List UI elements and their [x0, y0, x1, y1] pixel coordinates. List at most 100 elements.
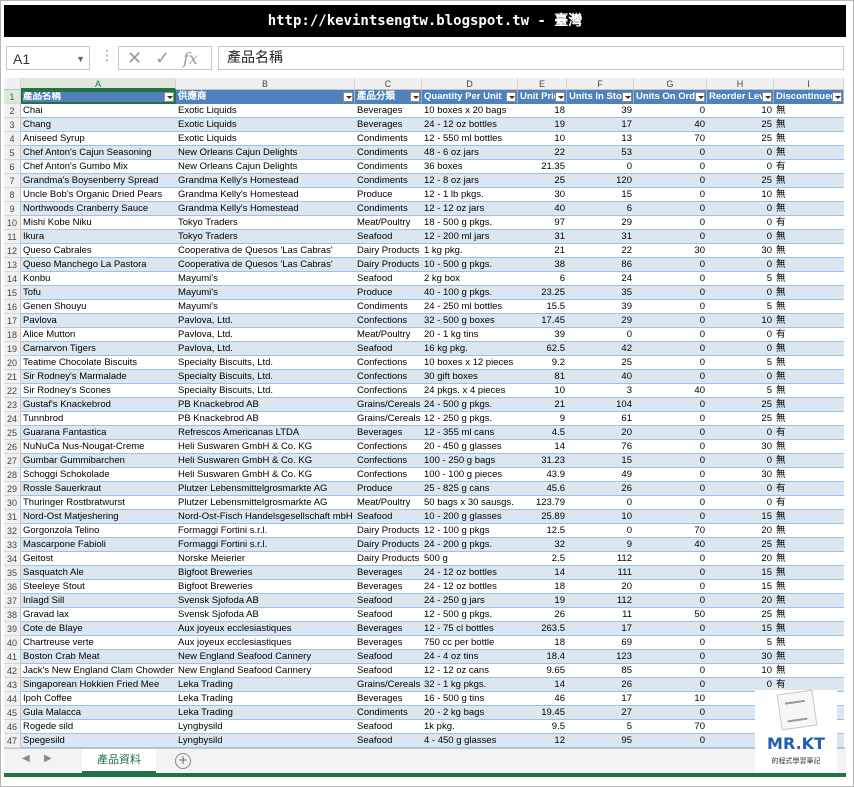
table-cell[interactable]: 0: [707, 426, 774, 440]
table-cell[interactable]: 0: [634, 412, 707, 426]
table-cell[interactable]: 9: [567, 538, 634, 552]
table-cell[interactable]: Mayumi's: [176, 286, 355, 300]
row-number[interactable]: 44: [4, 692, 21, 706]
table-cell[interactable]: 17.45: [518, 314, 567, 328]
table-cell[interactable]: 18: [518, 580, 567, 594]
table-cell[interactable]: 9.5: [518, 720, 567, 734]
table-cell[interactable]: Pavlova: [21, 314, 176, 328]
table-cell[interactable]: 0: [634, 622, 707, 636]
table-cell[interactable]: Carnarvon Tigers: [21, 342, 176, 356]
table-cell[interactable]: 70: [634, 132, 707, 146]
table-cell[interactable]: 97: [518, 216, 567, 230]
table-cell[interactable]: 有: [774, 160, 844, 174]
table-cell[interactable]: 12 - 100 g pkgs: [422, 524, 518, 538]
table-cell[interactable]: Grandma Kelly's Homestead: [176, 174, 355, 188]
table-cell[interactable]: 12.5: [518, 524, 567, 538]
table-cell[interactable]: 25.89: [518, 510, 567, 524]
add-sheet-icon[interactable]: +: [175, 753, 191, 769]
sheet-tab-products[interactable]: 產品資料: [82, 749, 156, 774]
table-cell[interactable]: 19: [518, 594, 567, 608]
table-cell[interactable]: 26: [567, 482, 634, 496]
table-cell[interactable]: 有: [774, 496, 844, 510]
table-cell[interactable]: 0: [567, 160, 634, 174]
table-cell[interactable]: 15: [567, 454, 634, 468]
column-header-i[interactable]: I: [774, 78, 844, 90]
row-number[interactable]: 33: [4, 538, 21, 552]
table-cell[interactable]: 21.35: [518, 160, 567, 174]
table-cell[interactable]: Exotic Liquids: [176, 132, 355, 146]
row-number[interactable]: 25: [4, 426, 21, 440]
table-cell[interactable]: Rossle Sauerkraut: [21, 482, 176, 496]
table-cell[interactable]: Steeleye Stout: [21, 580, 176, 594]
table-cell[interactable]: Refrescos Americanas LTDA: [176, 426, 355, 440]
table-cell[interactable]: 12 - 8 oz jars: [422, 174, 518, 188]
row-number[interactable]: 22: [4, 384, 21, 398]
table-cell[interactable]: Grains/Cereals: [355, 398, 422, 412]
table-cell[interactable]: 無: [774, 118, 844, 132]
table-cell[interactable]: 10: [707, 104, 774, 118]
table-cell[interactable]: 有: [774, 216, 844, 230]
table-cell[interactable]: 18: [518, 636, 567, 650]
row-number[interactable]: 19: [4, 342, 21, 356]
row-number[interactable]: 47: [4, 734, 21, 748]
table-cell[interactable]: Cooperativa de Quesos 'Las Cabras': [176, 244, 355, 258]
table-cell[interactable]: New Orleans Cajun Delights: [176, 160, 355, 174]
row-number[interactable]: 45: [4, 706, 21, 720]
table-cell[interactable]: Spegesild: [21, 734, 176, 748]
formula-input[interactable]: 產品名稱: [218, 46, 844, 70]
table-cell[interactable]: 無: [774, 146, 844, 160]
table-cell[interactable]: 0: [634, 734, 707, 748]
table-cell[interactable]: 24 pkgs. x 4 pieces: [422, 384, 518, 398]
table-cell[interactable]: 14: [518, 678, 567, 692]
row-number[interactable]: 5: [4, 146, 21, 160]
table-cell[interactable]: Genen Shouyu: [21, 300, 176, 314]
table-cell[interactable]: Jack's New England Clam Chowder: [21, 664, 176, 678]
column-header-h[interactable]: H: [707, 78, 774, 90]
table-cell[interactable]: Lyngbysild: [176, 720, 355, 734]
table-cell[interactable]: 無: [774, 314, 844, 328]
table-cell[interactable]: 15.5: [518, 300, 567, 314]
table-cell[interactable]: 30: [518, 188, 567, 202]
table-cell[interactable]: Cooperativa de Quesos 'Las Cabras': [176, 258, 355, 272]
row-number[interactable]: 37: [4, 594, 21, 608]
table-cell[interactable]: Seafood: [355, 272, 422, 286]
table-cell[interactable]: Chef Anton's Cajun Seasoning: [21, 146, 176, 160]
table-cell[interactable]: 40: [634, 384, 707, 398]
table-cell[interactable]: 4.5: [518, 426, 567, 440]
table-cell[interactable]: 0: [634, 454, 707, 468]
table-cell[interactable]: 24 - 12 oz bottles: [422, 580, 518, 594]
table-cell[interactable]: Gorgonzola Telino: [21, 524, 176, 538]
header-cell[interactable]: 產品分類: [355, 90, 422, 104]
table-cell[interactable]: Bigfoot Breweries: [176, 566, 355, 580]
table-cell[interactable]: Condiments: [355, 300, 422, 314]
table-cell[interactable]: 無: [774, 440, 844, 454]
table-cell[interactable]: Seafood: [355, 594, 422, 608]
table-cell[interactable]: Condiments: [355, 160, 422, 174]
table-cell[interactable]: 25: [707, 412, 774, 426]
table-cell[interactable]: 62.5: [518, 342, 567, 356]
table-cell[interactable]: 無: [774, 636, 844, 650]
table-cell[interactable]: 0: [634, 496, 707, 510]
table-cell[interactable]: Mayumi's: [176, 300, 355, 314]
table-cell[interactable]: 無: [774, 594, 844, 608]
table-cell[interactable]: Beverages: [355, 692, 422, 706]
table-cell[interactable]: Pavlova, Ltd.: [176, 328, 355, 342]
table-cell[interactable]: 0: [634, 594, 707, 608]
table-cell[interactable]: 15: [707, 622, 774, 636]
table-cell[interactable]: Northwoods Cranberry Sauce: [21, 202, 176, 216]
table-cell[interactable]: 20: [707, 552, 774, 566]
table-cell[interactable]: 無: [774, 244, 844, 258]
column-header-g[interactable]: G: [634, 78, 707, 90]
table-cell[interactable]: 25: [707, 118, 774, 132]
table-cell[interactable]: 32: [518, 538, 567, 552]
table-cell[interactable]: 48 - 6 oz jars: [422, 146, 518, 160]
table-cell[interactable]: 15: [707, 580, 774, 594]
table-cell[interactable]: 4 - 450 g glasses: [422, 734, 518, 748]
row-number[interactable]: 35: [4, 566, 21, 580]
table-cell[interactable]: 12 - 500 g pkgs.: [422, 608, 518, 622]
table-cell[interactable]: Singaporean Hokkien Fried Mee: [21, 678, 176, 692]
table-cell[interactable]: 0: [634, 580, 707, 594]
table-cell[interactable]: Dairy Products: [355, 552, 422, 566]
table-cell[interactable]: Svensk Sjofoda AB: [176, 608, 355, 622]
table-cell[interactable]: 12 - 1 lb pkgs.: [422, 188, 518, 202]
